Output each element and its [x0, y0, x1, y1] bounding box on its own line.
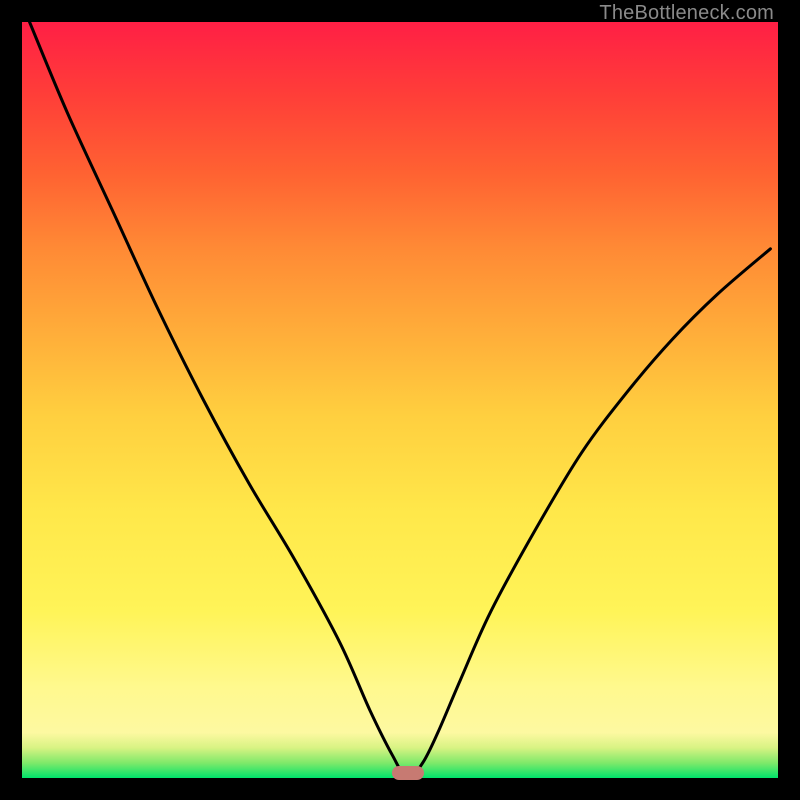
minimum-marker: [392, 766, 424, 780]
bottleneck-curve: [30, 22, 771, 778]
chart-frame: TheBottleneck.com: [0, 0, 800, 800]
plot-area: [22, 22, 778, 778]
curve-svg: [22, 22, 778, 778]
